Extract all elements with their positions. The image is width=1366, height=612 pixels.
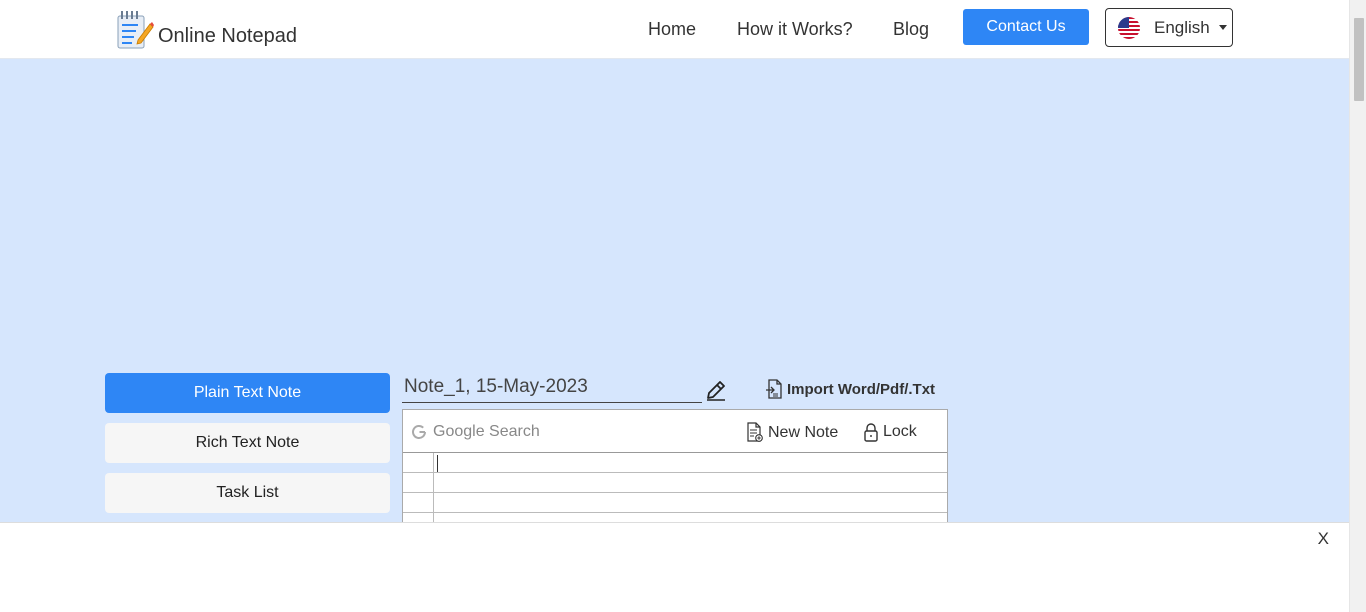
google-search-placeholder: Google Search xyxy=(433,423,540,440)
site-header: Online Notepad Home How it Works? Blog C… xyxy=(0,0,1349,59)
import-file-link[interactable]: Import Word/Pdf/.Txt xyxy=(765,379,935,399)
editor-toolbar: Google Search New Note Lock xyxy=(403,410,947,453)
notepad-logo-icon xyxy=(117,11,154,49)
editor-line xyxy=(403,473,947,493)
language-dropdown[interactable]: English xyxy=(1105,8,1233,47)
nav-how-it-works[interactable]: How it Works? xyxy=(737,19,853,40)
language-label: English xyxy=(1154,17,1210,37)
rich-text-note-button[interactable]: Rich Text Note xyxy=(105,423,390,463)
editor-text-area[interactable] xyxy=(403,453,947,528)
new-note-icon xyxy=(747,422,763,442)
logo[interactable]: Online Notepad xyxy=(116,10,297,50)
scrollbar-thumb[interactable] xyxy=(1354,18,1364,101)
new-note-button[interactable]: New Note xyxy=(746,422,838,443)
line-gutter xyxy=(433,473,434,492)
chevron-down-icon xyxy=(1218,25,1227,30)
bottom-ad-bar: X xyxy=(0,522,1349,612)
lock-label: Lock xyxy=(883,423,917,440)
google-search-input[interactable]: Google Search xyxy=(411,423,540,441)
lock-icon xyxy=(864,423,878,442)
close-ad-button[interactable]: X xyxy=(1318,529,1329,549)
editor-line xyxy=(403,493,947,513)
note-title-field[interactable]: Note_1, 15-May-2023 xyxy=(402,376,702,403)
line-gutter xyxy=(433,453,434,472)
logo-text: Online Notepad xyxy=(158,24,297,47)
editor-line xyxy=(403,453,947,473)
page-scrollbar[interactable] xyxy=(1349,0,1366,612)
plain-text-note-button[interactable]: Plain Text Note xyxy=(105,373,390,413)
import-file-icon xyxy=(766,379,782,399)
lock-button[interactable]: Lock xyxy=(863,422,917,442)
task-list-button[interactable]: Task List xyxy=(105,473,390,513)
new-note-label: New Note xyxy=(768,423,839,441)
google-icon xyxy=(412,425,426,439)
contact-us-button[interactable]: Contact Us xyxy=(963,9,1089,45)
pencil-icon[interactable] xyxy=(704,378,728,402)
import-label: Import Word/Pdf/.Txt xyxy=(787,380,936,398)
us-flag-icon xyxy=(1118,16,1140,39)
nav-blog[interactable]: Blog xyxy=(893,19,929,40)
note-editor: Google Search New Note Lock xyxy=(402,409,948,529)
text-cursor xyxy=(437,455,438,472)
nav-home[interactable]: Home xyxy=(648,19,696,40)
line-gutter xyxy=(433,493,434,512)
